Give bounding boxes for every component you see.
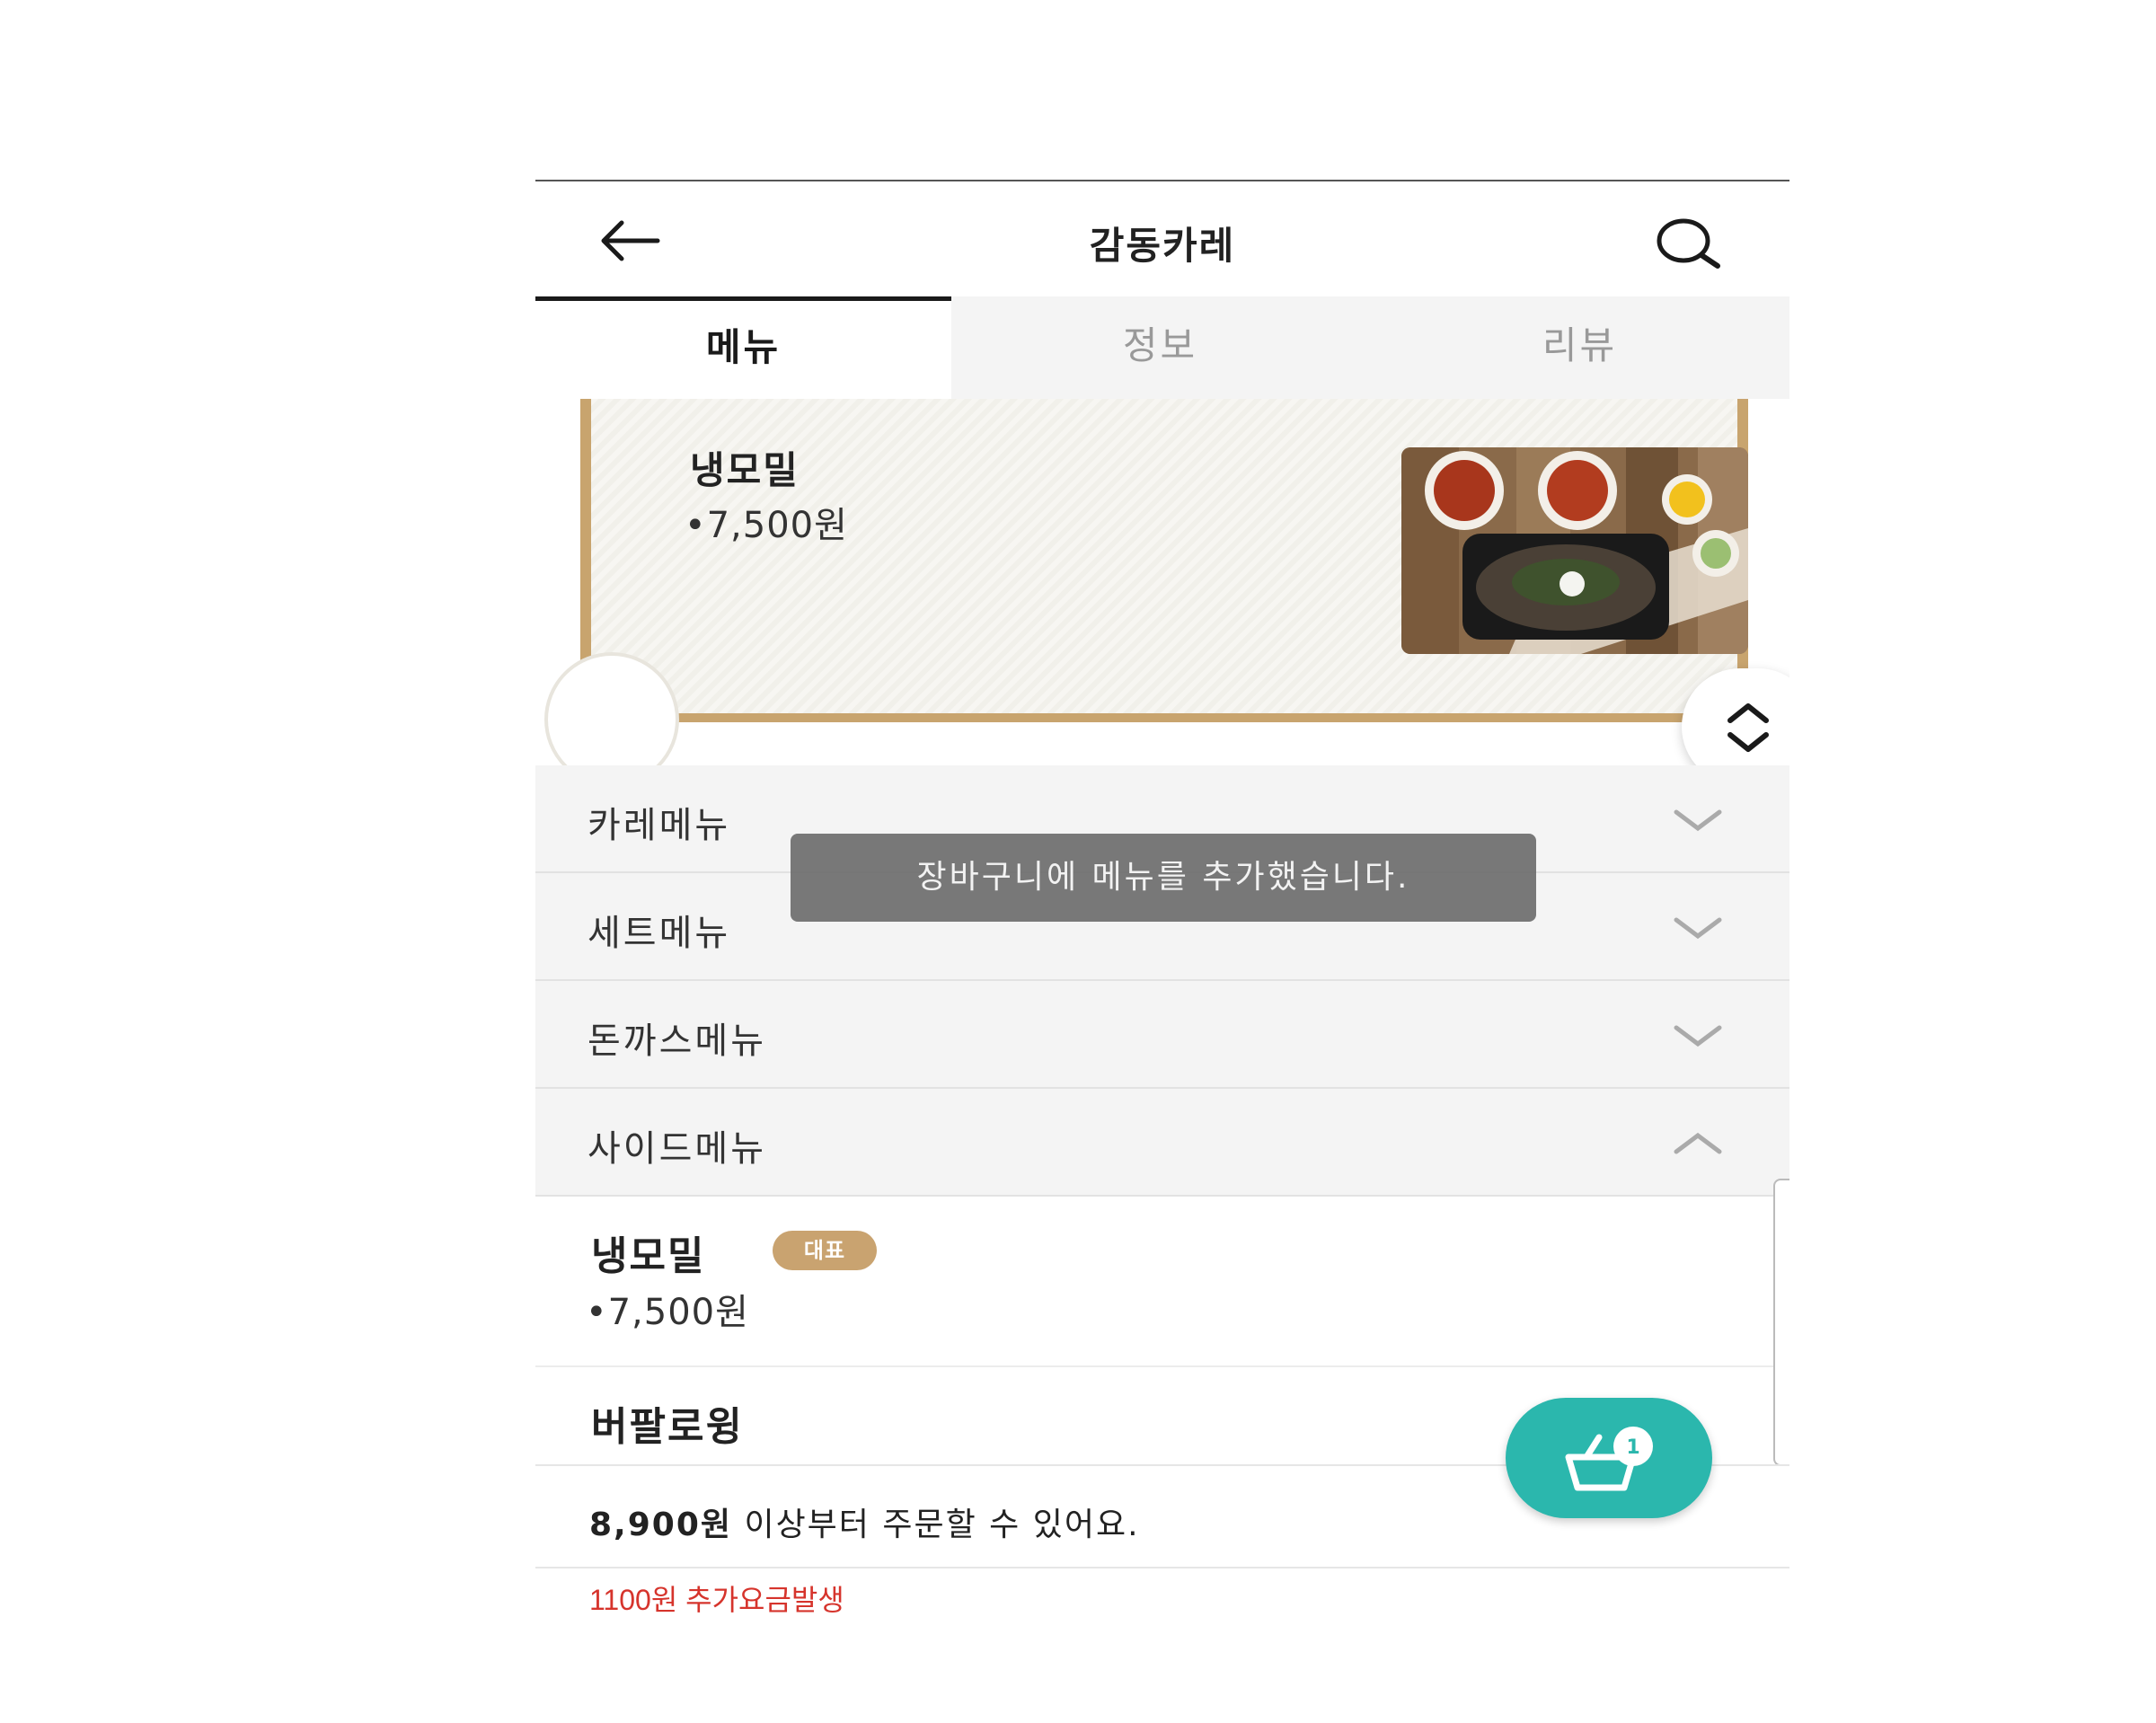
search-icon xyxy=(1657,218,1720,269)
category-label: 카레메뉴 xyxy=(588,805,731,846)
tab-menu[interactable]: 메뉴 xyxy=(535,296,951,399)
category-tonkatsu[interactable]: 돈까스메뉴 xyxy=(535,981,1789,1089)
toast-message: 장바구니에 메뉴를 추가했습니다. xyxy=(791,834,1536,922)
category-label: 세트메뉴 xyxy=(588,913,731,954)
featured-food-image xyxy=(1401,447,1748,654)
tab-bar: 메뉴 정보 리뷰 xyxy=(535,296,1789,399)
category-accordion: 카레메뉴 세트메뉴 돈까스메뉴 사이드메뉴 xyxy=(535,765,1789,1197)
tab-review[interactable]: 리뷰 xyxy=(1371,296,1789,399)
chevron-down-icon xyxy=(1674,917,1722,940)
cart-button[interactable]: 1 xyxy=(1506,1398,1712,1518)
chevron-up-icon xyxy=(1674,1132,1722,1154)
expand-toggle-icon xyxy=(1727,703,1769,752)
phone-screen: 감동카레 메뉴 정보 리뷰 냉모밀 •7,500원 카레메뉴 세트메뉴 돈까스메… xyxy=(535,180,1789,1581)
minimum-order-amount: 8,900원 xyxy=(589,1507,732,1543)
chevron-down-icon xyxy=(1674,809,1722,832)
item-price: •7,500원 xyxy=(586,1292,749,1333)
cart-count: 1 xyxy=(1626,1436,1639,1459)
item-name: 냉모밀 xyxy=(591,1233,706,1279)
app-header: 감동카레 xyxy=(535,181,1789,296)
featured-price: •7,500원 xyxy=(685,505,848,546)
item-name: 버팔로윙 xyxy=(591,1404,744,1450)
chevron-down-icon xyxy=(1674,1025,1722,1047)
category-side[interactable]: 사이드메뉴 xyxy=(535,1089,1789,1197)
featured-card[interactable]: 냉모밀 •7,500원 xyxy=(580,399,1748,722)
minimum-order-text: 8,900원 이상부터 주문할 수 있어요. xyxy=(589,1498,1140,1545)
cart-basket-icon: 1 xyxy=(1565,1427,1653,1491)
scrollbar[interactable] xyxy=(1773,1179,1789,1466)
category-label: 사이드메뉴 xyxy=(588,1128,766,1170)
featured-name: 냉모밀 xyxy=(690,448,800,492)
annotation-note: 1100원 추가요금발생 xyxy=(589,1584,844,1616)
minimum-order-suffix: 이상부터 주문할 수 있어요. xyxy=(732,1507,1140,1543)
search-button[interactable] xyxy=(1653,214,1725,271)
page-title: 감동카레 xyxy=(1089,224,1236,268)
featured-badge: 대표 xyxy=(773,1231,877,1270)
category-label: 돈까스메뉴 xyxy=(588,1021,766,1062)
tab-info[interactable]: 정보 xyxy=(951,296,1369,399)
menu-item[interactable]: 냉모밀 대표 •7,500원 xyxy=(535,1197,1789,1367)
featured-section: 냉모밀 •7,500원 xyxy=(535,399,1789,787)
